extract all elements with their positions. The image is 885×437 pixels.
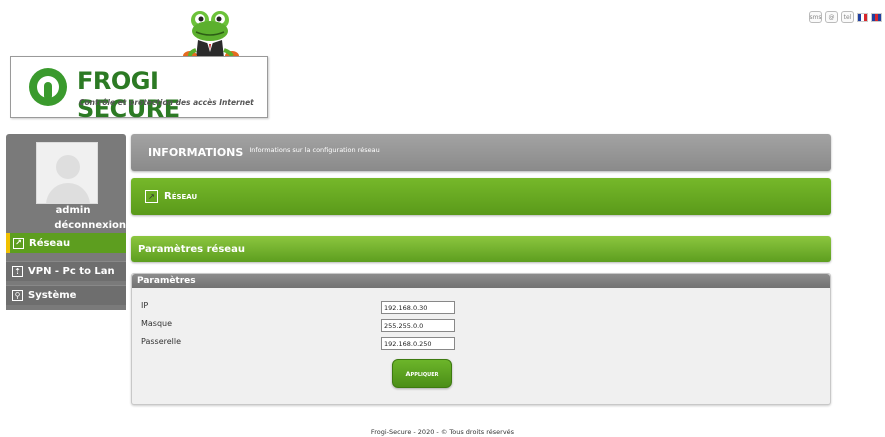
panel-title: Paramètres bbox=[132, 274, 830, 288]
info-description: Informations sur la configuration réseau bbox=[249, 145, 380, 154]
top-icon-bar: sms @ tel bbox=[809, 11, 882, 23]
sidebar: admin déconnexion ↗ Réseau ⇡ VPN - Pc to… bbox=[6, 134, 126, 310]
apply-button[interactable]: Appliquer bbox=[392, 359, 452, 388]
flag-uk-icon[interactable] bbox=[871, 12, 882, 22]
email-icon[interactable]: @ bbox=[825, 11, 838, 23]
avatar bbox=[36, 142, 98, 204]
subsection-header: Paramètres réseau bbox=[131, 236, 831, 262]
sidebar-item-label: Réseau bbox=[29, 237, 71, 249]
section-title: Réseau bbox=[164, 191, 198, 202]
logo-subtitle: Contrôle et protection des accès Interne… bbox=[79, 98, 254, 107]
params-panel: Paramètres IP Masque Passerelle Applique… bbox=[131, 273, 831, 405]
ip-label: IP bbox=[141, 301, 149, 310]
logout-link[interactable]: déconnexion bbox=[54, 220, 126, 231]
field-row-masque: Masque bbox=[141, 319, 821, 335]
field-row-ip: IP bbox=[141, 301, 821, 317]
section-header: ↗ Réseau bbox=[131, 178, 831, 215]
search-icon: ⚲ bbox=[12, 290, 23, 301]
passerelle-label: Passerelle bbox=[141, 337, 182, 346]
footer: Frogi-Secure - 2020 - © Tous droits rése… bbox=[370, 428, 515, 436]
masque-label: Masque bbox=[141, 319, 173, 328]
sidebar-item-systeme[interactable]: ⚲ Système bbox=[6, 285, 126, 305]
subsection-title: Paramètres réseau bbox=[138, 243, 245, 255]
sidebar-item-label: VPN - Pc to Lan bbox=[28, 266, 115, 277]
sidebar-item-reseau[interactable]: ↗ Réseau bbox=[6, 233, 126, 253]
sms-icon[interactable]: sms bbox=[809, 11, 822, 23]
phone-icon[interactable]: tel bbox=[841, 11, 854, 23]
chart-line-icon: ↗ bbox=[145, 190, 158, 203]
info-title: INFORMATIONS bbox=[148, 146, 244, 159]
sidebar-item-label: Système bbox=[28, 290, 77, 301]
logo-title: FROGI SECURE bbox=[77, 67, 180, 123]
logo-power-icon bbox=[29, 68, 67, 106]
ip-input[interactable] bbox=[381, 301, 455, 314]
sidebar-item-vpn[interactable]: ⇡ VPN - Pc to Lan bbox=[6, 261, 126, 281]
logo: FROGI SECURE Contrôle et protection des … bbox=[10, 56, 268, 123]
field-row-passerelle: Passerelle bbox=[141, 337, 821, 353]
chart-line-icon: ↗ bbox=[13, 237, 24, 249]
masque-input[interactable] bbox=[381, 319, 455, 332]
passerelle-input[interactable] bbox=[381, 337, 455, 350]
user-name: admin bbox=[55, 205, 91, 216]
upload-icon: ⇡ bbox=[12, 266, 23, 277]
info-header: INFORMATIONS Informations sur la configu… bbox=[131, 134, 831, 171]
flag-fr-icon[interactable] bbox=[857, 12, 868, 22]
